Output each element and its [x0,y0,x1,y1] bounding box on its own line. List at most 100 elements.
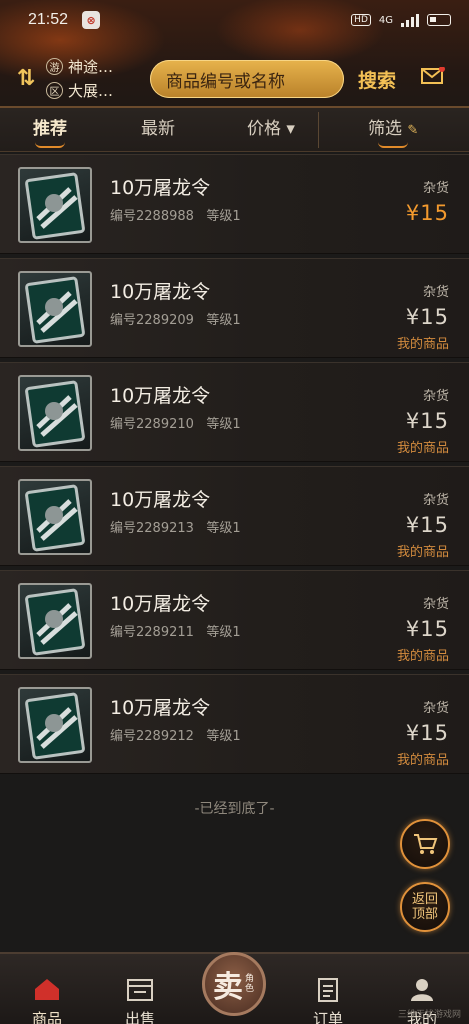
list-item[interactable]: 10万屠龙令 编号2288988 等级1 杂货 ¥15 [0,154,469,254]
my-item-label: 我的商品 [396,337,449,352]
nav-orders[interactable]: 订单 [298,976,358,1024]
item-code: 编号2289209 [110,313,194,328]
item-name: 10万屠龙令 [110,489,211,511]
item-meta: 编号2289212 等级1 [110,725,241,744]
item-level: 等级1 [206,521,241,536]
sell-center-big: 卖 [213,970,243,1005]
search-placeholder: 商品编号或名称 [166,71,285,92]
bottom-nav: 商品 出售 卖 角色 订单 我的 三维无忧游戏网 [0,952,469,1024]
filter-edit-icon: ✎ [407,123,419,138]
item-code: 编号2288988 [110,209,194,224]
tab-latest-label: 最新 [141,119,175,139]
back-to-top-button[interactable]: 返回 顶部 [400,882,450,932]
item-meta: 编号2288988 等级1 [110,205,241,224]
switch-arrows-icon[interactable]: ⇅ [6,66,46,91]
item-price: ¥15 [405,617,449,641]
tab-recommended[interactable]: 推荐 [33,114,67,148]
header-bar: ⇅ 游 神途… 区 大展… 商品编号或名称 搜索 [0,50,469,106]
token-icon [25,692,85,760]
mail-icon[interactable] [421,67,445,85]
nav-sell-list-label: 出售 [124,1010,155,1024]
token-icon [25,484,85,552]
tab-active-indicator [35,142,65,148]
item-price: ¥15 [405,201,449,225]
item-price: ¥15 [405,409,449,433]
item-meta: 编号2289211 等级1 [110,621,241,640]
sell-center-button[interactable]: 卖 角色 [202,952,266,1016]
item-thumbnail [18,167,92,243]
item-meta: 编号2289213 等级1 [110,517,241,536]
list-item[interactable]: 10万屠龙令 编号2289213 等级1 杂货 ¥15 我的商品 [0,466,469,566]
tab-divider [318,112,319,148]
nav-home-label: 商品 [31,1010,62,1024]
status-right: HD 4G [351,13,451,27]
tab-filter[interactable]: 筛选 ✎ [368,114,418,148]
user-icon [411,979,433,1001]
tab-filter-label: 筛选 [368,119,402,139]
game-badge: 游 [46,57,63,75]
search-button[interactable]: 搜索 [358,66,396,93]
shop-icon [127,979,153,1001]
item-code: 编号2289210 [110,417,194,432]
tab-price[interactable]: 价格 ▾ [247,114,295,139]
app-notification-icon: ⊗ [82,11,101,29]
item-category: 杂货 [422,597,449,612]
nav-home[interactable]: 商品 [17,976,77,1024]
back-to-top-line2: 顶部 [411,907,438,922]
status-time: 21:52 [28,11,69,28]
token-icon [25,588,85,656]
list-item[interactable]: 10万屠龙令 编号2289209 等级1 杂货 ¥15 我的商品 [0,258,469,358]
signal-icon [401,13,419,27]
tab-latest[interactable]: 最新 [141,114,175,139]
item-code: 编号2289211 [110,625,194,640]
cart-icon [414,834,438,854]
item-thumbnail [18,479,92,555]
item-price: ¥15 [405,305,449,329]
status-bar: 21:52 ⊗ HD 4G [0,0,469,40]
clipboard-icon [318,978,338,1002]
list-item[interactable]: 10万屠龙令 编号2289212 等级1 杂货 ¥15 我的商品 [0,674,469,774]
network-label: 4G [378,14,393,26]
token-icon [25,276,85,344]
item-code: 编号2289213 [110,521,194,536]
game-line: 游 神途… [46,56,113,77]
item-meta: 编号2289210 等级1 [110,413,241,432]
my-item-label: 我的商品 [396,441,449,456]
nav-sell-list[interactable]: 出售 [110,976,170,1024]
cart-button[interactable] [400,819,450,869]
list-item[interactable]: 10万屠龙令 编号2289210 等级1 杂货 ¥15 我的商品 [0,362,469,462]
search-input[interactable]: 商品编号或名称 [150,60,344,98]
item-category: 杂货 [422,493,449,508]
game-name: 神途… [68,57,114,76]
watermark: 三维无忧游戏网 [397,1010,461,1020]
item-price: ¥15 [405,513,449,537]
hd-badge: HD [351,14,371,26]
server-selector[interactable]: 游 神途… 区 大展… [46,56,113,101]
item-level: 等级1 [206,417,241,432]
sell-center-small: 角色 [245,974,255,994]
tab-price-label: 价格 ▾ [247,119,295,139]
tab-filter-indicator [378,142,409,148]
list-item[interactable]: 10万屠龙令 编号2289211 等级1 杂货 ¥15 我的商品 [0,570,469,670]
item-category: 杂货 [422,701,449,716]
item-level: 等级1 [206,625,241,640]
item-thumbnail [18,583,92,659]
item-list: 10万屠龙令 编号2288988 等级1 杂货 ¥15 10万屠龙令 编号228… [0,154,469,778]
home-icon [35,979,59,1000]
token-icon [25,380,85,448]
server-line: 区 大展… [46,80,113,101]
back-to-top-line1: 返回 [411,892,438,907]
top-header-bg: 21:52 ⊗ HD 4G ⇅ 游 神途… 区 大展… 商品编号或名称 搜索 [0,0,469,108]
item-category: 杂货 [422,285,449,300]
item-name: 10万屠龙令 [110,697,211,719]
item-name: 10万屠龙令 [110,177,211,199]
item-name: 10万屠龙令 [110,281,211,303]
item-price: ¥15 [405,721,449,745]
item-thumbnail [18,375,92,451]
sort-tabs: 推荐 最新 价格 ▾ 筛选 ✎ [0,108,469,152]
my-item-label: 我的商品 [396,649,449,664]
item-category: 杂货 [422,181,449,196]
item-name: 10万屠龙令 [110,385,211,407]
item-name: 10万屠龙令 [110,593,211,615]
nav-orders-label: 订单 [312,1010,343,1024]
